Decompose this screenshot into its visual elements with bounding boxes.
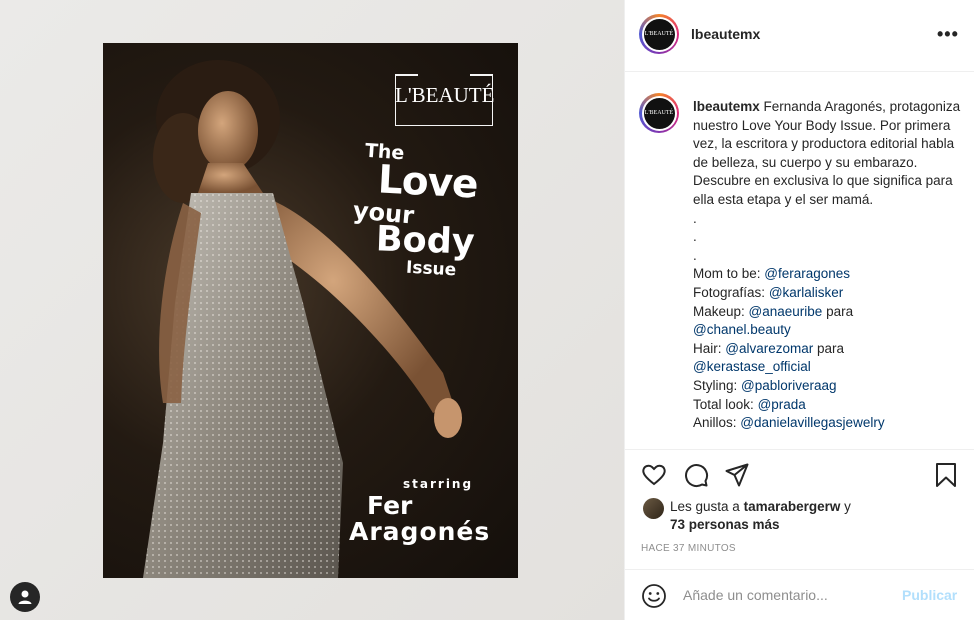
emoji-smile-icon[interactable] xyxy=(641,583,667,609)
post-header: L'BEAUTÉ lbeautemx ••• xyxy=(625,0,974,72)
credit-line: Mom to be: @feraragones xyxy=(693,266,851,282)
caption-username[interactable]: lbeautemx xyxy=(693,99,760,114)
mention-link[interactable]: @karlalisker xyxy=(769,285,843,300)
mention-link[interactable]: @alvarezomar xyxy=(725,341,813,356)
post-timestamp[interactable]: HACE 37 MINUTOS xyxy=(641,543,736,554)
heart-icon[interactable] xyxy=(641,462,667,488)
post-sidebar: L'BEAUTÉ lbeautemx ••• L'BEAUTÉ lbeautem… xyxy=(624,0,974,620)
avatar-logo: L'BEAUTÉ xyxy=(643,18,675,50)
avatar[interactable]: L'BEAUTÉ xyxy=(639,14,679,54)
credit-line: @chanel.beauty xyxy=(693,321,963,340)
cover-name-last: Aragonés xyxy=(349,517,491,546)
comment-icon[interactable] xyxy=(683,462,709,488)
credit-line: Makeup: @anaeuribe para xyxy=(693,303,854,319)
more-options-icon[interactable]: ••• xyxy=(937,24,959,45)
cover-name-first: Fer xyxy=(367,491,413,520)
mention-link[interactable]: @chanel.beauty xyxy=(693,322,791,337)
post-actions: Les gusta a tamarabergerw y 73 personas … xyxy=(625,449,974,569)
credit-line: Anillos: @danielavillegasjewelry xyxy=(693,415,885,431)
credit-line: Hair: @alvarezomar para xyxy=(693,340,845,356)
mention-link[interactable]: @feraragones xyxy=(764,266,850,281)
cover-starring: starring xyxy=(403,477,474,491)
caption-scroll-area[interactable]: L'BEAUTÉ lbeautemx Fernanda Aragonés, pr… xyxy=(625,73,974,449)
post-media-area: L'BEAUTÉ The Love your Body Issue starri… xyxy=(0,0,624,620)
caption-line2: Descubre en exclusiva lo que significa p… xyxy=(693,173,953,207)
mention-link[interactable]: @prada xyxy=(758,397,806,412)
caption-avatar[interactable]: L'BEAUTÉ xyxy=(639,93,679,133)
mention-link[interactable]: @kerastase_official xyxy=(693,359,811,374)
header-username[interactable]: lbeautemx xyxy=(691,26,760,42)
comment-input[interactable]: Añade un comentario... xyxy=(683,587,828,603)
user-icon[interactable] xyxy=(10,582,40,612)
credit-line: @kerastase_official xyxy=(693,358,963,377)
caption-dot: . xyxy=(693,210,697,226)
caption-text: lbeautemx Fernanda Aragonés, protagoniza… xyxy=(693,98,963,433)
magazine-cover-image[interactable]: L'BEAUTÉ The Love your Body Issue starri… xyxy=(103,43,518,578)
caption-avatar-logo: L'BEAUTÉ xyxy=(643,97,675,129)
bookmark-icon[interactable] xyxy=(933,462,959,488)
mention-link[interactable]: @anaeuribe xyxy=(749,304,823,319)
caption-dot: . xyxy=(693,247,697,263)
cover-title-body: Body xyxy=(375,219,476,263)
cover-logo: L'BEAUTÉ xyxy=(395,74,494,126)
comment-box: Añade un comentario... Publicar xyxy=(625,569,974,620)
paper-plane-icon[interactable] xyxy=(724,462,750,488)
liker-avatar[interactable] xyxy=(643,498,664,519)
credit-line: Fotografías: @karlalisker xyxy=(693,284,844,300)
likes-others-link[interactable]: 73 personas más xyxy=(670,517,780,532)
credit-line: Styling: @pabloriveraag xyxy=(693,377,837,393)
cover-title-issue: Issue xyxy=(405,257,457,281)
credit-line: Total look: @prada xyxy=(693,396,806,412)
publish-button[interactable]: Publicar xyxy=(902,587,957,603)
caption-dot: . xyxy=(693,229,697,245)
liker-username[interactable]: tamarabergerw xyxy=(744,499,841,514)
mention-link[interactable]: @pabloriveraag xyxy=(741,378,837,393)
mention-link[interactable]: @danielavillegasjewelry xyxy=(740,415,884,430)
